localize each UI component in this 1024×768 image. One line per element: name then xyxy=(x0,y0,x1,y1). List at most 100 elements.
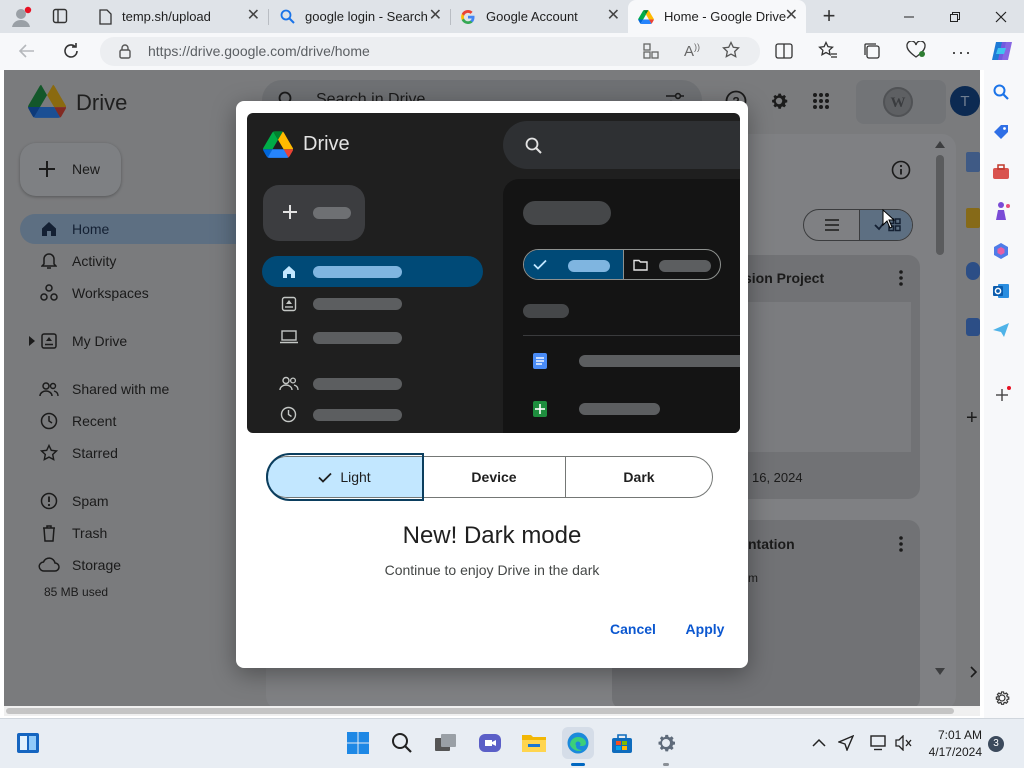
scrollbar-up-arrow[interactable] xyxy=(935,140,945,148)
clock-time[interactable]: 7:01 AM xyxy=(922,728,982,742)
preview-placeholder-bar xyxy=(313,207,351,219)
scrollbar-thumb[interactable] xyxy=(936,155,944,255)
preview-search-icon xyxy=(525,137,542,154)
send-icon[interactable] xyxy=(992,322,1010,338)
avatar[interactable]: T xyxy=(950,86,980,116)
outlook-icon[interactable] xyxy=(992,282,1010,300)
widgets-icon[interactable] xyxy=(12,727,44,759)
add-addon-icon[interactable]: + xyxy=(966,408,978,428)
restore-button[interactable] xyxy=(932,0,978,33)
sidebar-item-home[interactable]: Home xyxy=(20,214,250,244)
home-icon xyxy=(38,221,60,237)
read-aloud-icon[interactable]: A)) xyxy=(684,42,700,60)
contacts-addon-icon[interactable] xyxy=(966,318,980,336)
favorites-icon[interactable] xyxy=(818,41,838,59)
tab-google-account[interactable]: Google Account ✕ xyxy=(450,0,628,33)
view-toggle[interactable] xyxy=(803,209,913,241)
horizontal-scroll-thumb[interactable] xyxy=(6,708,954,714)
minimize-button[interactable] xyxy=(886,0,932,33)
taskbar-search-icon[interactable] xyxy=(386,727,418,759)
sidebar-item-trash[interactable]: Trash xyxy=(20,518,250,548)
keep-addon-icon[interactable] xyxy=(966,208,980,228)
sidebar-item-label: Shared with me xyxy=(72,381,170,397)
sidebar-item-my-drive[interactable]: My Drive xyxy=(20,326,250,356)
sidebar-item-starred[interactable]: Starred xyxy=(20,438,250,468)
tab-google-drive[interactable]: Home - Google Drive ✕ xyxy=(628,0,806,33)
preview-computer-icon xyxy=(279,330,299,344)
clock-date[interactable]: 4/17/2024 xyxy=(916,745,982,759)
microsoft-store-icon[interactable] xyxy=(606,727,638,759)
close-tab-icon[interactable]: ✕ xyxy=(607,8,620,24)
list-view-icon[interactable] xyxy=(804,210,859,240)
tools-icon[interactable] xyxy=(992,163,1010,181)
apps-grid-icon[interactable] xyxy=(812,92,830,110)
tab-title: temp.sh/upload xyxy=(122,9,211,24)
close-window-button[interactable] xyxy=(978,0,1024,33)
sidebar-item-shared-with-me[interactable]: Shared with me xyxy=(20,374,250,404)
sidebar-item-label: My Drive xyxy=(72,333,128,349)
card-menu-icon[interactable] xyxy=(899,536,903,552)
sidebar-item-activity[interactable]: Activity xyxy=(20,246,250,276)
apply-button[interactable]: Apply xyxy=(680,621,730,637)
calendar-addon-icon[interactable] xyxy=(966,152,980,172)
microsoft365-icon[interactable] xyxy=(992,242,1010,260)
tab-actions-icon[interactable] xyxy=(52,8,68,24)
start-windows-icon[interactable] xyxy=(342,727,374,759)
preview-placeholder-bar xyxy=(313,378,402,390)
profile-icon[interactable] xyxy=(10,6,32,28)
theme-option-light[interactable]: Light xyxy=(267,457,423,497)
split-screen-icon[interactable] xyxy=(775,43,793,59)
tab-google-login-search[interactable]: google login - Search ✕ xyxy=(270,0,450,33)
volume-muted-icon[interactable] xyxy=(895,735,913,751)
sidebar-item-recent[interactable]: Recent xyxy=(20,406,250,436)
cancel-button[interactable]: Cancel xyxy=(603,621,663,637)
new-button[interactable] xyxy=(20,143,121,196)
performance-icon[interactable] xyxy=(906,41,926,59)
card-menu-icon[interactable] xyxy=(899,270,903,286)
notification-badge[interactable]: 3 xyxy=(988,736,1004,752)
sidebar-settings-icon[interactable] xyxy=(993,689,1011,707)
theme-option-label: Light xyxy=(340,469,371,485)
close-tab-icon[interactable]: ✕ xyxy=(429,8,442,24)
app-available-icon[interactable] xyxy=(643,43,659,59)
theme-option-device[interactable]: Device xyxy=(423,457,566,497)
show-hidden-icons-chevron-icon[interactable] xyxy=(812,738,826,748)
favorite-star-icon[interactable] xyxy=(722,41,740,59)
theme-option-dark[interactable]: Dark xyxy=(566,457,712,497)
network-monitor-icon[interactable] xyxy=(869,735,887,751)
refresh-button[interactable] xyxy=(62,42,80,60)
preview-placeholder-bar xyxy=(579,355,740,367)
task-view-icon[interactable] xyxy=(430,727,462,759)
sidebar-item-storage[interactable]: Storage xyxy=(20,550,250,580)
back-button[interactable] xyxy=(18,42,36,60)
sidebar-item-workspaces[interactable]: Workspaces xyxy=(20,278,250,308)
teams-chat-icon[interactable] xyxy=(474,727,506,759)
copilot-icon[interactable] xyxy=(990,39,1014,63)
edge-browser-icon[interactable] xyxy=(562,727,594,759)
new-tab-button[interactable]: + xyxy=(818,5,840,27)
workspaces-icon xyxy=(38,284,60,302)
collapse-panel-icon[interactable] xyxy=(970,666,978,678)
card-date: 16, 2024 xyxy=(752,470,803,485)
info-icon[interactable] xyxy=(891,160,911,180)
url-text: https://drive.google.com/drive/home xyxy=(148,43,370,59)
games-icon[interactable] xyxy=(993,201,1011,221)
sidebar-item-spam[interactable]: Spam xyxy=(20,486,250,516)
page-icon xyxy=(98,8,112,25)
more-options-icon[interactable]: ··· xyxy=(951,42,972,63)
close-tab-icon[interactable]: ✕ xyxy=(785,8,798,24)
tasks-addon-icon[interactable] xyxy=(966,262,980,280)
file-explorer-icon[interactable] xyxy=(518,727,550,759)
collections-icon[interactable] xyxy=(863,42,881,60)
close-tab-icon[interactable]: ✕ xyxy=(247,8,260,24)
shopping-tag-icon[interactable] xyxy=(992,123,1010,141)
drive-icon xyxy=(638,9,654,24)
lock-icon[interactable] xyxy=(119,44,131,59)
settings-app-icon[interactable] xyxy=(650,727,682,759)
add-sidebar-app-icon[interactable] xyxy=(993,386,1011,404)
tab-temp-upload[interactable]: temp.sh/upload ✕ xyxy=(88,0,268,33)
location-arrow-icon[interactable] xyxy=(838,735,854,751)
scrollbar-down-arrow[interactable] xyxy=(935,668,945,676)
search-icon[interactable] xyxy=(993,84,1009,100)
settings-gear-icon[interactable] xyxy=(768,90,790,112)
